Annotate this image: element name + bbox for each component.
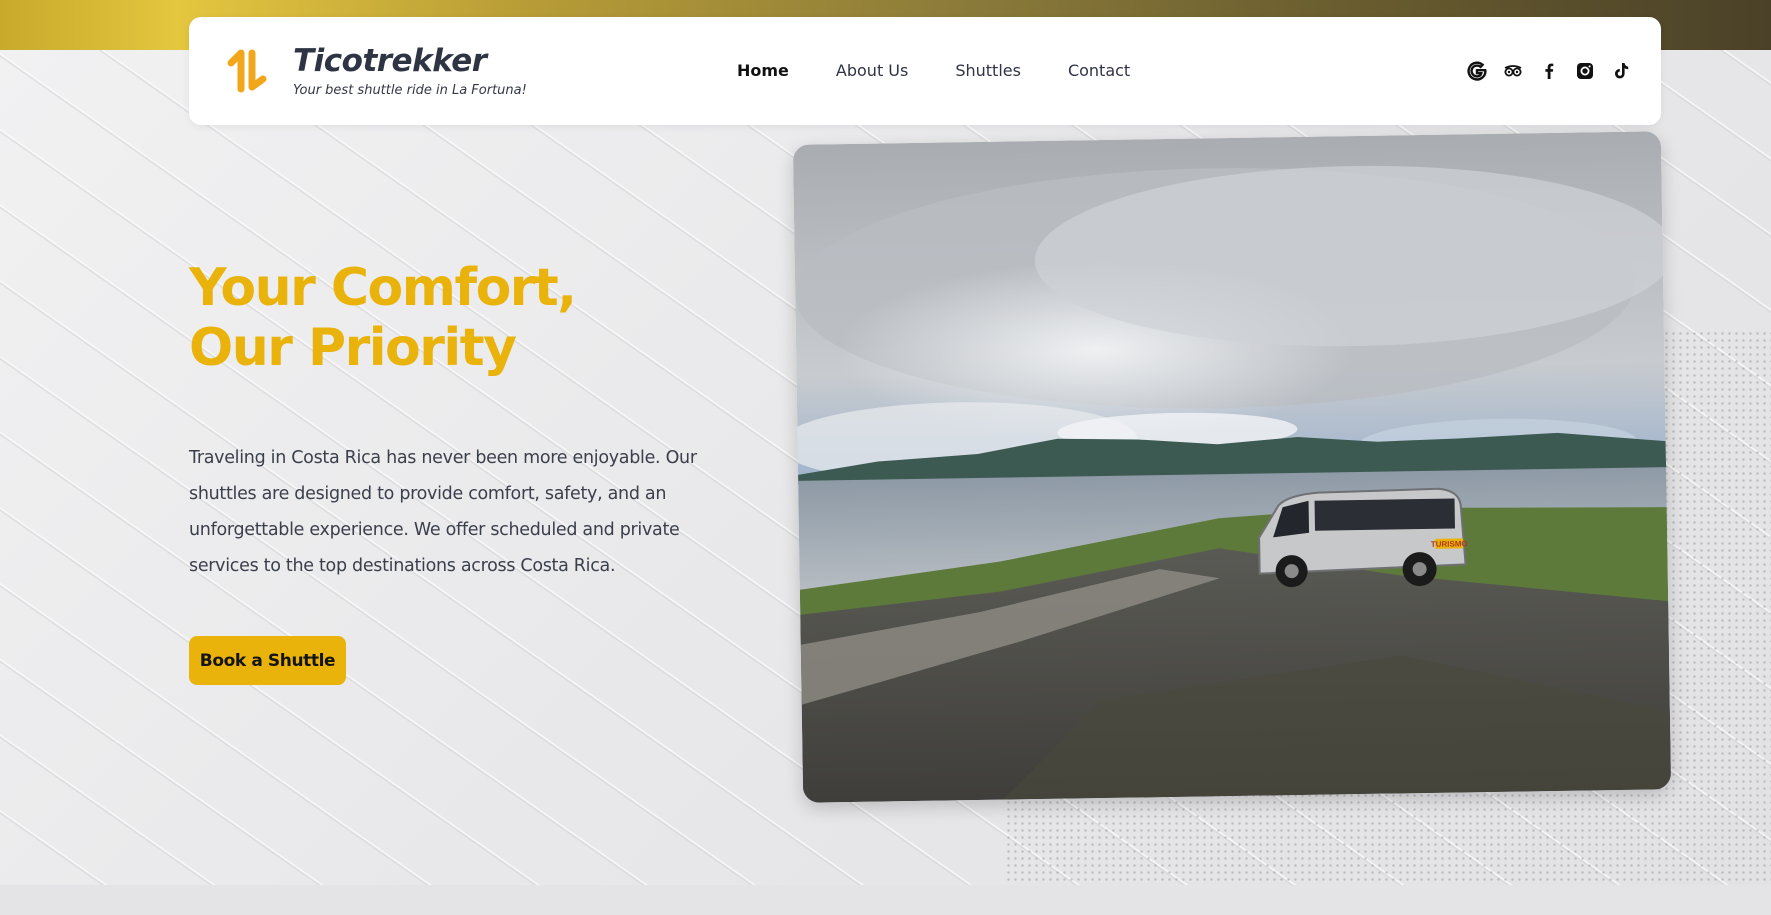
brand-tagline: Your best shuttle ride in La Fortuna! [293,83,527,98]
social-links [1467,61,1631,81]
nav-contact[interactable]: Contact [1068,61,1130,80]
facebook-icon[interactable] [1539,61,1559,81]
brand-logo-icon[interactable] [225,49,267,97]
next-section-edge [0,885,1771,915]
site-header: Ticotrekker Your best shuttle ride in La… [189,17,1661,125]
tiktok-icon[interactable] [1611,61,1631,81]
google-icon[interactable] [1467,61,1487,81]
tripadvisor-icon[interactable] [1503,61,1523,81]
nav-home[interactable]: Home [737,61,789,80]
nav-shuttles[interactable]: Shuttles [955,61,1021,80]
van-sign-text: TURISMO [1431,539,1468,549]
hero-title: Your Comfort, Our Priority [189,258,577,378]
brand-name[interactable]: Ticotrekker [293,43,487,79]
nav-about-us[interactable]: About Us [836,61,908,80]
main-nav: Home About Us Shuttles Contact [737,61,1177,80]
book-shuttle-button[interactable]: Book a Shuttle [189,636,346,685]
hero-description: Traveling in Costa Rica has never been m… [189,448,697,576]
hero-photo-van-by-lake: TURISMO [792,131,1672,803]
instagram-icon[interactable] [1575,61,1595,81]
